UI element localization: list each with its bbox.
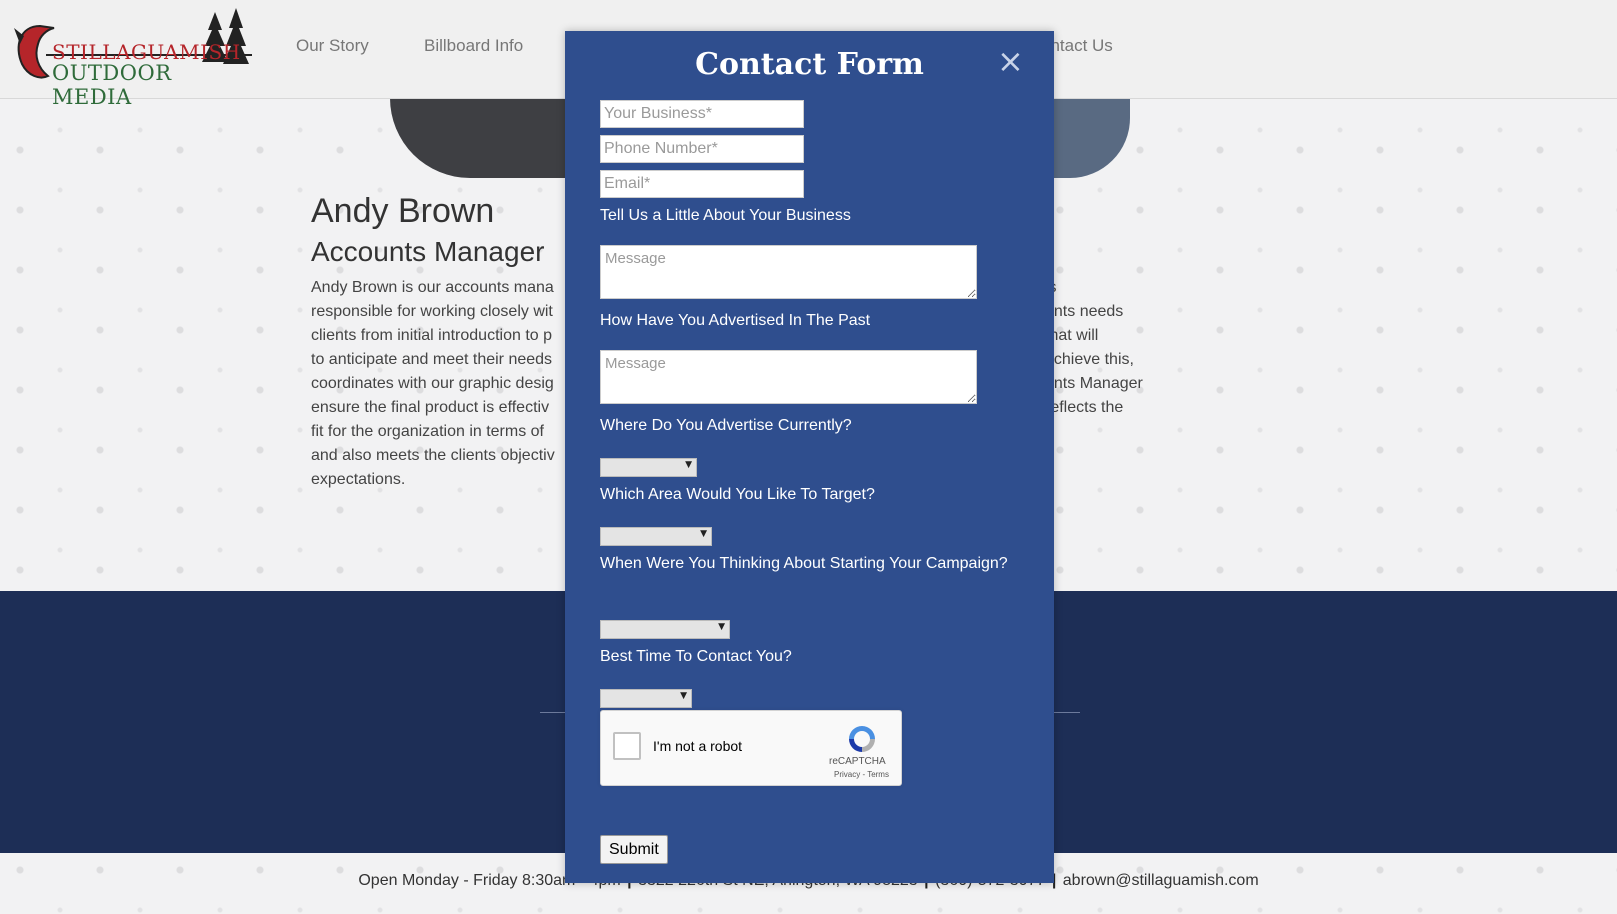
- profile-bio-left: Andy Brown is our accounts mana responsi…: [311, 276, 581, 492]
- bio-line: to anticipate and meet their needs: [311, 351, 553, 368]
- bio-line: reflects the: [1045, 399, 1124, 416]
- bio-line: expectations.: [311, 471, 406, 488]
- start-campaign-label: When Were You Thinking About Starting Yo…: [600, 555, 1008, 572]
- advertised-past-textarea[interactable]: [600, 350, 977, 404]
- about-business-label: Tell Us a Little About Your Business: [600, 207, 851, 224]
- recaptcha-logo-icon: [849, 726, 875, 752]
- bio-line: and also meets the clients objectiv: [311, 447, 555, 464]
- bio-line: coordinates with our graphic desig: [311, 375, 554, 392]
- profile-title: Accounts Manager: [311, 236, 545, 267]
- advertise-currently-select[interactable]: ▼: [600, 458, 697, 477]
- footer-email[interactable]: abrown@stillaguamish.com: [1063, 872, 1259, 889]
- business-input[interactable]: [600, 100, 804, 128]
- recaptcha-brand: reCAPTCHA: [829, 756, 886, 767]
- recaptcha-widget: I'm not a robot reCAPTCHA Privacy - Term…: [600, 710, 902, 786]
- logo-text-line2: OUTDOOR MEDIA: [52, 61, 172, 109]
- bio-line: achieve this,: [1045, 351, 1134, 368]
- nav-item-billboard-info[interactable]: Billboard Info: [424, 36, 523, 56]
- bio-line: ensure the final product is effectiv: [311, 399, 550, 416]
- submit-button[interactable]: Submit: [600, 835, 668, 864]
- dropdown-arrow-icon: ▼: [685, 460, 692, 470]
- bio-line: clients from initial introduction to p: [311, 327, 552, 344]
- close-icon[interactable]: ×: [997, 43, 1024, 79]
- modal-title: Contact Form: [695, 47, 924, 82]
- recaptcha-links[interactable]: Privacy - Terms: [834, 770, 889, 779]
- best-time-label: Best Time To Contact You?: [600, 648, 792, 665]
- bio-line: ents needs: [1045, 303, 1124, 320]
- bio-line: that will: [1045, 327, 1099, 344]
- profile-bio-right: is ents needs that will achieve this, un…: [1045, 276, 1175, 420]
- bio-line: responsible for working closely wit: [311, 303, 553, 320]
- contact-form-modal: Contact Form × Tell Us a Little About Yo…: [565, 31, 1054, 883]
- target-area-label: Which Area Would You Like To Target?: [600, 486, 875, 503]
- nav-item-our-story[interactable]: Our Story: [296, 36, 369, 56]
- best-time-select[interactable]: ▼: [600, 689, 692, 708]
- dropdown-arrow-icon: ▼: [680, 691, 687, 701]
- target-area-select[interactable]: ▼: [600, 527, 712, 546]
- phone-input[interactable]: [600, 135, 804, 163]
- advertised-past-label: How Have You Advertised In The Past: [600, 312, 871, 329]
- email-input[interactable]: [600, 170, 804, 198]
- advertise-currently-label: Where Do You Advertise Currently?: [600, 417, 852, 434]
- profile-name: Andy Brown: [311, 192, 495, 230]
- bio-line: is: [1045, 276, 1175, 300]
- bio-line: unts Manager: [1045, 375, 1143, 392]
- start-campaign-select[interactable]: ▼: [600, 620, 730, 639]
- dropdown-arrow-icon: ▼: [700, 529, 707, 539]
- bio-line: Andy Brown is our accounts mana: [311, 279, 554, 296]
- recaptcha-checkbox[interactable]: [613, 732, 641, 760]
- dropdown-arrow-icon: ▼: [718, 622, 725, 632]
- recaptcha-label: I'm not a robot: [653, 738, 743, 754]
- bio-line: fit for the organization in terms of: [311, 423, 544, 440]
- site-logo[interactable]: STILLAGUAMISH OUTDOOR MEDIA: [10, 6, 255, 109]
- about-business-textarea[interactable]: [600, 245, 977, 299]
